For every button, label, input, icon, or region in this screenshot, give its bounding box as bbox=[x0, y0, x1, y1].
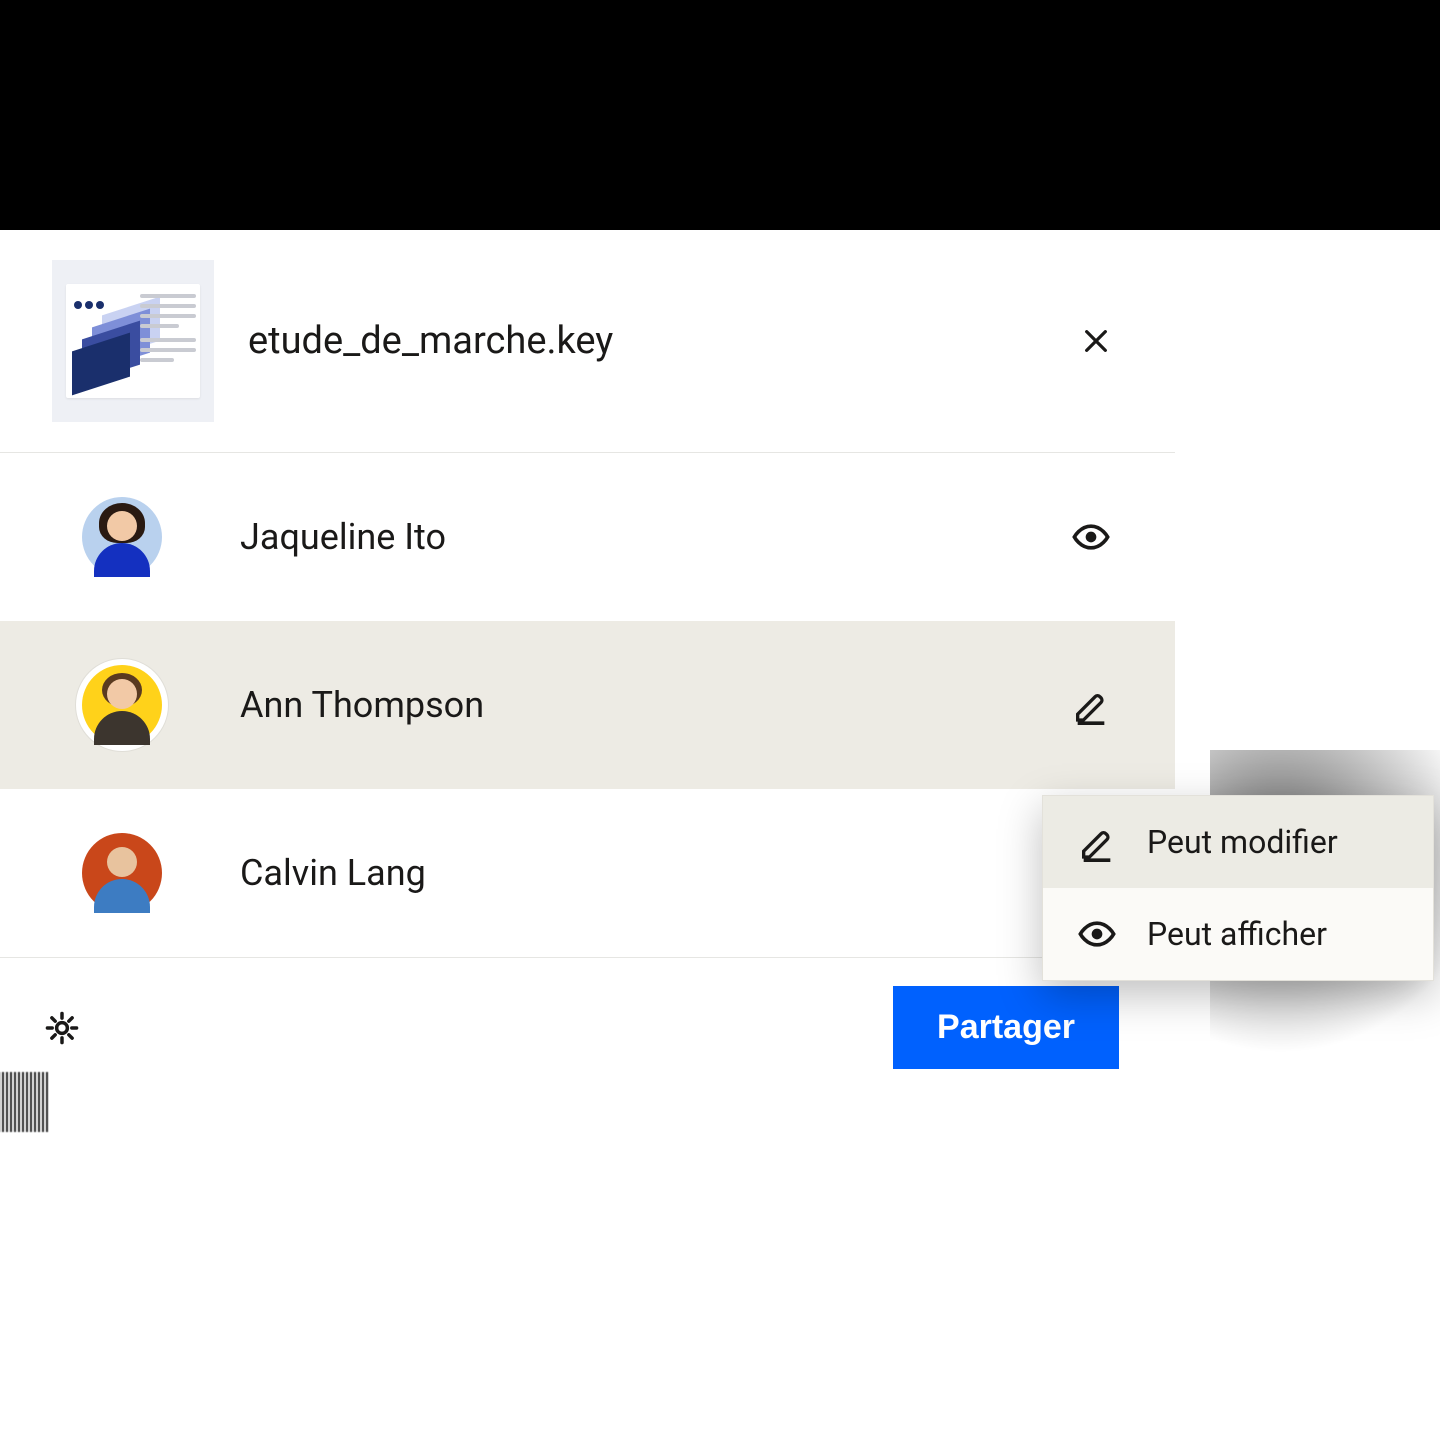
share-button[interactable]: Partager bbox=[893, 986, 1119, 1069]
eye-icon bbox=[1077, 914, 1117, 954]
eye-icon bbox=[1071, 517, 1111, 557]
share-dialog: etude_de_marche.key Jaqueline Ito Ann bbox=[0, 230, 1175, 1097]
menu-item-can-edit[interactable]: Peut modifier bbox=[1043, 796, 1433, 888]
person-name: Calvin Lang bbox=[240, 852, 1069, 894]
close-button[interactable] bbox=[1073, 318, 1119, 364]
gear-icon bbox=[43, 1009, 81, 1047]
person-row[interactable]: Ann Thompson bbox=[0, 621, 1175, 789]
menu-item-label: Peut afficher bbox=[1147, 915, 1327, 953]
menu-item-label: Peut modifier bbox=[1147, 823, 1338, 861]
artifact-noise bbox=[0, 1072, 50, 1132]
pencil-icon bbox=[1077, 822, 1117, 862]
dialog-footer: Partager bbox=[0, 957, 1175, 1097]
avatar bbox=[82, 833, 162, 913]
close-icon bbox=[1080, 325, 1112, 357]
person-row[interactable]: Jaqueline Ito bbox=[0, 453, 1175, 621]
thumbnail-text-lines bbox=[140, 294, 196, 368]
thumbnail-dots bbox=[74, 294, 107, 313]
dialog-header: etude_de_marche.key bbox=[0, 230, 1175, 453]
avatar bbox=[82, 665, 162, 745]
letterbox-top bbox=[0, 0, 1440, 230]
person-row[interactable]: Calvin Lang bbox=[0, 789, 1175, 957]
permission-button[interactable] bbox=[1069, 685, 1113, 725]
stage: etude_de_marche.key Jaqueline Ito Ann bbox=[0, 0, 1440, 1440]
permission-menu: Peut modifier Peut afficher bbox=[1042, 795, 1434, 981]
file-thumbnail bbox=[52, 260, 214, 422]
avatar bbox=[82, 497, 162, 577]
file-name: etude_de_marche.key bbox=[248, 319, 1073, 363]
settings-button[interactable] bbox=[40, 1006, 84, 1050]
person-name: Jaqueline Ito bbox=[240, 516, 1069, 558]
person-name: Ann Thompson bbox=[240, 684, 1069, 726]
menu-item-can-view[interactable]: Peut afficher bbox=[1043, 888, 1433, 980]
permission-button[interactable] bbox=[1069, 517, 1113, 557]
pencil-icon bbox=[1071, 685, 1111, 725]
